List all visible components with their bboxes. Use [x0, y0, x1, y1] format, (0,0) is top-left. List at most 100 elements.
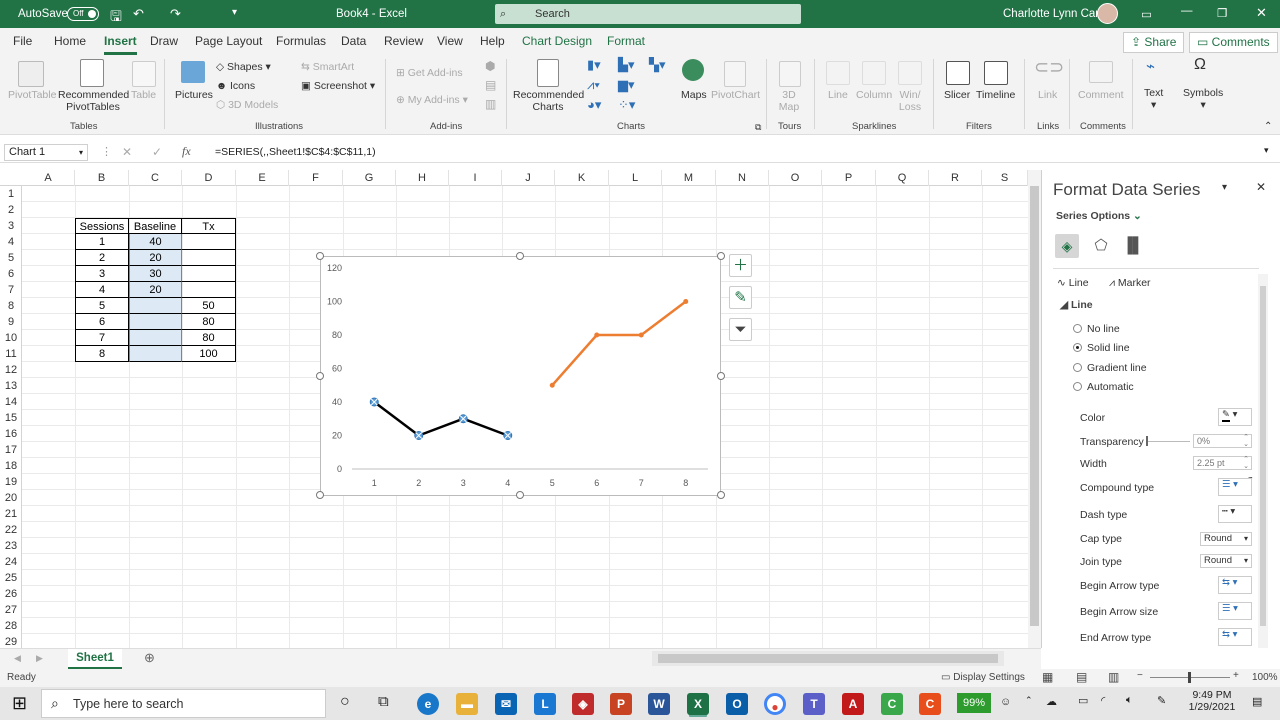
row-header[interactable]: 14 [0, 394, 22, 410]
pivotchart-button[interactable]: PivotChart [711, 89, 760, 101]
collapse-ribbon-icon[interactable]: ⌃ [1264, 121, 1272, 133]
row-header[interactable]: 16 [0, 426, 22, 442]
3d-map-button[interactable]: 3D Map [776, 89, 802, 113]
row-header[interactable]: 9 [0, 314, 22, 330]
row-header[interactable]: 1 [0, 186, 22, 202]
table-header[interactable]: Baseline [129, 218, 182, 234]
zoom-in-icon[interactable]: + [1233, 670, 1239, 681]
radio-solid-line[interactable] [1073, 343, 1082, 352]
symbols-button[interactable]: Symbols ▾ [1183, 87, 1223, 111]
row-header[interactable]: 15 [0, 410, 22, 426]
line-section-header[interactable]: ◢ Line [1060, 299, 1093, 311]
table-cell[interactable]: 80 [182, 330, 236, 346]
combo-chart-icon[interactable]: ▚▾ [649, 58, 666, 71]
pane-options-icon[interactable]: ▾ [1222, 182, 1227, 193]
vertical-scrollbar[interactable] [1028, 170, 1041, 648]
column-header-c[interactable]: C [129, 170, 182, 186]
chart-elements-button[interactable]: ＋ [729, 254, 752, 277]
resize-handle[interactable] [717, 491, 725, 499]
row-header[interactable]: 18 [0, 458, 22, 474]
mail-icon[interactable]: ✉ [495, 693, 517, 715]
tab-line[interactable]: ∿ Line [1057, 277, 1089, 289]
transparency-input[interactable]: 0% ⌃ ⌄ [1193, 434, 1252, 448]
table-cell[interactable] [129, 330, 182, 346]
row-header[interactable]: 17 [0, 442, 22, 458]
table-cell[interactable] [129, 346, 182, 362]
snagit-icon[interactable]: C [919, 693, 941, 715]
recommended-pivottables-button[interactable]: Recommended PivotTables [58, 89, 129, 113]
save-icon[interactable]: 🖫 [110, 6, 122, 30]
chart-area[interactable]: 0 20 40 60 80 100 120 1 2 3 4 5 6 7 8 [320, 256, 721, 496]
bing-icon[interactable]: ⬢ [485, 60, 495, 72]
column-header-i[interactable]: I [449, 170, 502, 186]
row-header[interactable]: 7 [0, 282, 22, 298]
chart-filters-button[interactable]: ⏷ [729, 318, 752, 341]
row-header[interactable]: 10 [0, 330, 22, 346]
row-header[interactable]: 24 [0, 554, 22, 570]
table-cell[interactable] [182, 266, 236, 282]
tab-view[interactable]: View [437, 34, 463, 48]
people-icon[interactable]: ☺ [1000, 696, 1011, 708]
transparency-slider[interactable] [1146, 441, 1190, 442]
chart-styles-button[interactable]: ✎ [729, 286, 752, 309]
tab-review[interactable]: Review [384, 34, 423, 48]
close-icon[interactable]: ✕ [1256, 5, 1267, 21]
charts-dialog-launcher-icon[interactable]: ⧉ [755, 121, 761, 133]
begin-arrow-size-dropdown[interactable]: ☰ ▾ [1218, 602, 1252, 620]
column-header-b[interactable]: B [75, 170, 129, 186]
table-cell[interactable]: 80 [182, 314, 236, 330]
column-header-d[interactable]: D [182, 170, 236, 186]
page-layout-view-icon[interactable]: ▤ [1076, 670, 1087, 684]
resize-handle[interactable] [717, 252, 725, 260]
radio-no-line[interactable] [1073, 324, 1082, 333]
camtasia-icon[interactable]: C [881, 693, 903, 715]
zoom-level[interactable]: 100% [1252, 672, 1278, 683]
smartart-button[interactable]: ⇆ SmartArt [301, 61, 354, 73]
tab-page-layout[interactable]: Page Layout [195, 34, 262, 48]
tab-draw[interactable]: Draw [150, 34, 178, 48]
icons-button[interactable]: ☻ Icons [216, 80, 255, 92]
series-options-icon[interactable]: ▐▌ [1121, 234, 1145, 258]
avatar[interactable] [1097, 3, 1118, 24]
edge-icon[interactable]: e [417, 693, 439, 715]
table-cell[interactable]: 50 [182, 298, 236, 314]
page-break-view-icon[interactable]: ▥ [1108, 670, 1119, 684]
table-cell[interactable]: 4 [75, 282, 129, 298]
row-header[interactable]: 20 [0, 490, 22, 506]
chrome-icon[interactable]: ● [764, 693, 786, 715]
pie-chart-icon[interactable]: ◕▾ [587, 98, 601, 111]
end-arrow-type-dropdown[interactable]: ⇆ ▾ [1218, 628, 1252, 646]
link-button[interactable]: Link [1038, 89, 1057, 101]
radio-gradient-line[interactable] [1073, 363, 1082, 372]
scatter-chart-icon[interactable]: ⁘▾ [618, 98, 635, 111]
notifications-icon[interactable]: ▤ [1252, 695, 1262, 708]
name-box[interactable]: Chart 1 ▾ [4, 144, 88, 161]
table-cell[interactable] [129, 298, 182, 314]
my-addins-button[interactable]: ⊕ My Add-ins ▾ [396, 94, 468, 106]
display-settings-button[interactable]: ▭ Display Settings [941, 672, 1025, 683]
row-header[interactable]: 27 [0, 602, 22, 618]
table-cell[interactable]: 100 [182, 346, 236, 362]
maximize-icon[interactable]: ❐ [1217, 6, 1227, 20]
acrobat-icon[interactable]: A [842, 693, 864, 715]
column-header-q[interactable]: Q [876, 170, 929, 186]
radio-automatic[interactable] [1073, 382, 1082, 391]
comments-button[interactable]: ▭ Comments [1189, 32, 1278, 53]
customize-qat-icon[interactable]: ▾ [232, 7, 237, 18]
table-cell[interactable]: 40 [129, 234, 182, 250]
table-header[interactable]: Tx [182, 218, 236, 234]
tab-marker[interactable]: ⩘ Marker [1109, 277, 1151, 290]
tab-chart-design[interactable]: Chart Design [522, 34, 592, 48]
wifi-icon[interactable]: ◜ [1101, 694, 1105, 707]
app-l-icon[interactable]: L [534, 693, 556, 715]
windows-start-icon[interactable]: ⊞ [12, 693, 27, 714]
column-header-p[interactable]: P [822, 170, 876, 186]
autosave-toggle[interactable]: Off [67, 7, 99, 21]
sparkline-winloss-button[interactable]: Win/ Loss [898, 89, 922, 113]
row-header[interactable]: 6 [0, 266, 22, 282]
3d-models-button[interactable]: ⬡ 3D Models [216, 99, 278, 111]
outlook-icon[interactable]: O [726, 693, 748, 715]
row-header[interactable]: 23 [0, 538, 22, 554]
resize-handle[interactable] [316, 491, 324, 499]
table-cell[interactable]: 3 [75, 266, 129, 282]
